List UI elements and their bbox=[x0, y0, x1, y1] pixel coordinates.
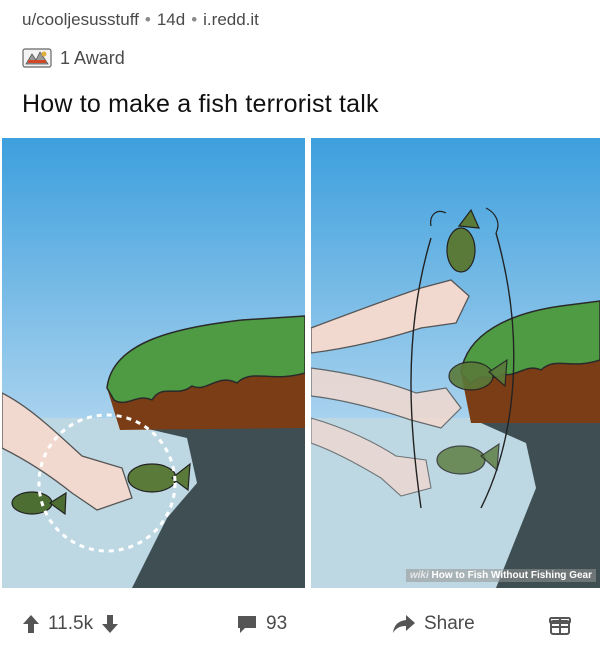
share-label: Share bbox=[424, 613, 475, 634]
upvote-icon[interactable] bbox=[22, 614, 40, 634]
post-title[interactable]: How to make a fish terrorist talk bbox=[22, 90, 379, 119]
comment-icon bbox=[236, 614, 258, 634]
gift-button[interactable] bbox=[548, 612, 572, 636]
author-link[interactable]: u/cooljesusstuff bbox=[22, 10, 139, 30]
post-image[interactable]: wiki How to Fish Without Fishing Gear bbox=[0, 138, 600, 590]
award-row[interactable]: 1 Award bbox=[22, 46, 125, 70]
award-icon bbox=[22, 46, 52, 70]
downvote-icon[interactable] bbox=[101, 614, 119, 634]
action-bar: 11.5k 93 Share bbox=[0, 596, 600, 652]
share-button[interactable]: Share bbox=[392, 613, 475, 635]
post-meta: u/cooljesusstuff • 14d • i.redd.it bbox=[22, 10, 259, 30]
gift-icon bbox=[548, 612, 572, 636]
score: 11.5k bbox=[48, 613, 94, 634]
post-age: 14d bbox=[156, 10, 186, 29]
comment-count: 93 bbox=[266, 613, 288, 634]
separator: • bbox=[144, 10, 151, 29]
vote-control: 11.5k bbox=[22, 613, 119, 635]
separator: • bbox=[191, 10, 198, 29]
award-label: 1 Award bbox=[60, 47, 125, 68]
post-domain[interactable]: i.redd.it bbox=[203, 10, 259, 30]
watermark-text: How to Fish Without Fishing Gear bbox=[431, 570, 592, 581]
watermark-brand: wiki bbox=[409, 570, 429, 581]
comments-button[interactable]: 93 bbox=[236, 613, 287, 635]
share-icon bbox=[392, 614, 416, 634]
image-panel-left bbox=[2, 138, 305, 588]
watermark: wiki How to Fish Without Fishing Gear bbox=[405, 569, 596, 582]
image-panel-right: wiki How to Fish Without Fishing Gear bbox=[311, 138, 600, 588]
